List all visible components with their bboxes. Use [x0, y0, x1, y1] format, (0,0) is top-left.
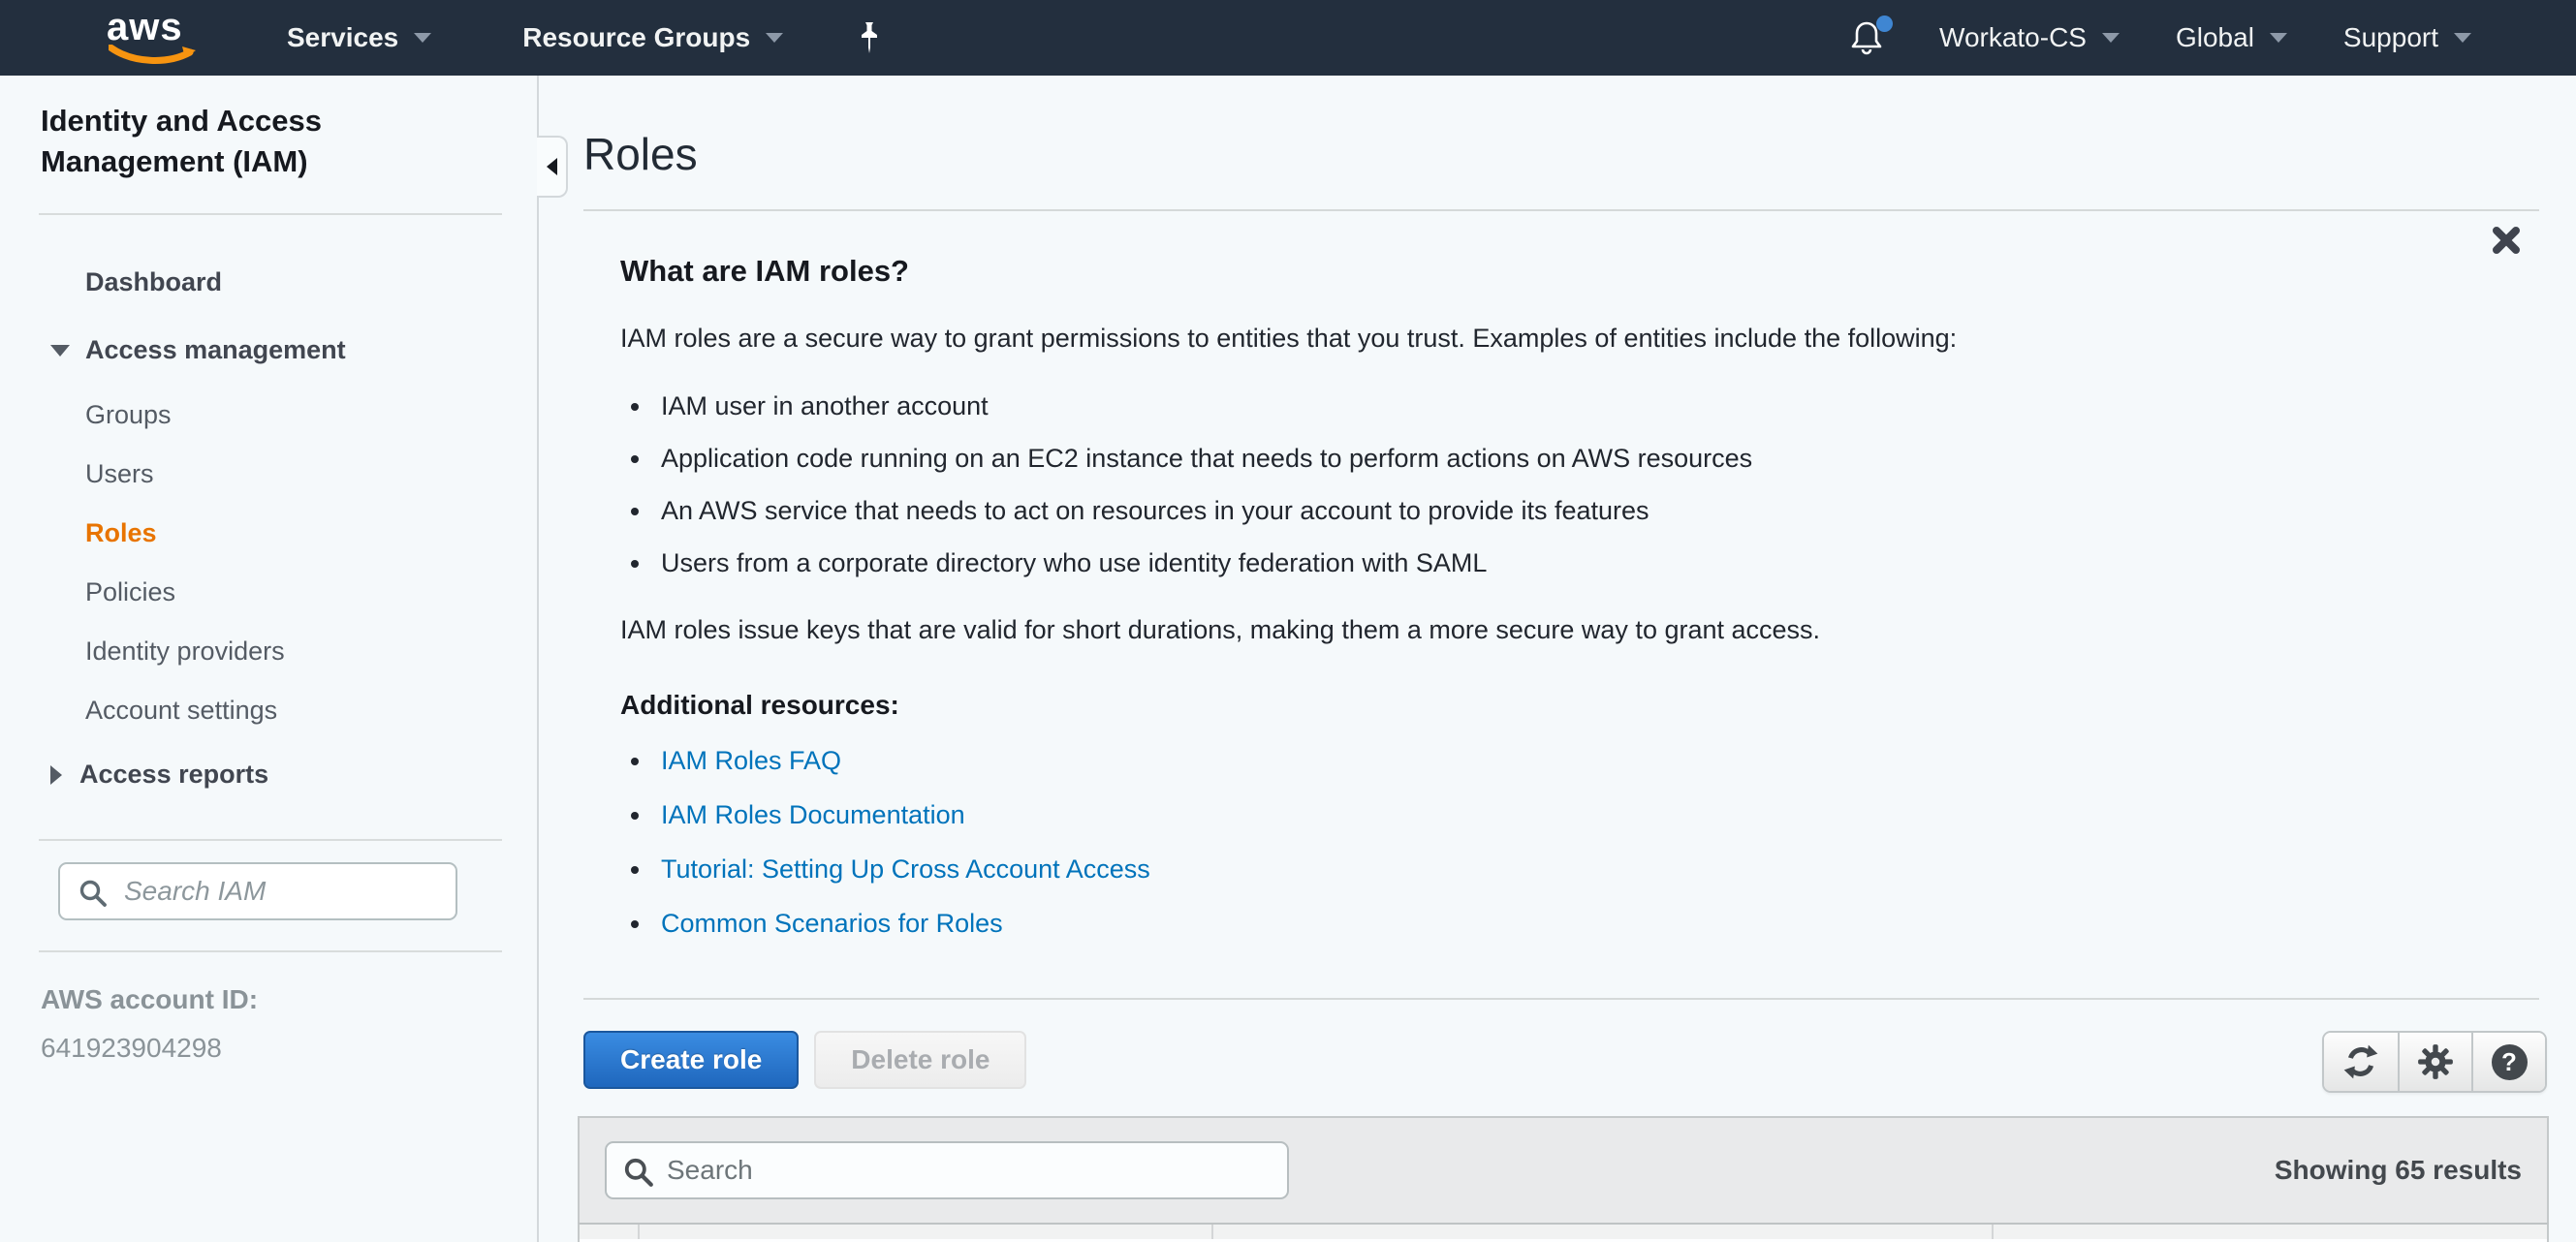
top-navigation-bar: aws Services Resource Groups Workato-CS	[0, 0, 2576, 76]
info-bullet: Application code running on an EC2 insta…	[653, 444, 2326, 474]
table-settings-button-group: ?	[2322, 1031, 2547, 1093]
chevron-down-icon	[2102, 33, 2120, 43]
delete-role-button[interactable]: Delete role	[814, 1031, 1026, 1089]
close-icon[interactable]	[2489, 223, 2524, 258]
notification-badge	[1876, 16, 1893, 32]
sidebar-search-box	[58, 862, 457, 920]
chevron-down-icon	[414, 33, 431, 43]
sidebar-item-policies[interactable]: Policies	[0, 563, 537, 622]
help-icon: ?	[2492, 1044, 2528, 1080]
gear-icon	[2417, 1043, 2454, 1080]
roles-search-box	[605, 1141, 1289, 1199]
page-title: Roles	[583, 128, 698, 180]
topnav-right-section: Workato-CS Global Support	[1850, 19, 2576, 56]
info-bullet: IAM user in another account	[653, 391, 2326, 421]
info-bullet: Users from a corporate directory who use…	[653, 548, 2326, 578]
search-icon	[78, 878, 109, 909]
search-icon	[622, 1156, 655, 1189]
results-count: Showing 65 results	[2275, 1155, 2522, 1186]
sidebar-title: Identity and Access Management (IAM)	[41, 101, 419, 182]
link-common-scenarios-for-roles[interactable]: Common Scenarios for Roles	[661, 909, 1003, 938]
nav-support-menu[interactable]: Support	[2343, 22, 2471, 53]
help-button[interactable]: ?	[2471, 1033, 2545, 1091]
table-header-cell[interactable]	[1994, 1225, 2547, 1239]
link-iam-roles-faq[interactable]: IAM Roles FAQ	[661, 746, 841, 775]
sidebar-divider	[39, 213, 502, 215]
nav-account-menu[interactable]: Workato-CS	[1939, 22, 2120, 53]
refresh-icon	[2342, 1043, 2379, 1080]
nav-support-label: Support	[2343, 22, 2438, 53]
roles-table-toolbar: Showing 65 results	[578, 1116, 2549, 1223]
resource-link-list: IAM Roles FAQ IAM Roles Documentation Tu…	[653, 746, 2326, 939]
search-iam-input[interactable]	[60, 864, 456, 918]
link-iam-roles-documentation[interactable]: IAM Roles Documentation	[661, 800, 965, 829]
info-bullet: An AWS service that needs to act on reso…	[653, 496, 2326, 526]
sidebar-section-access-reports[interactable]: Access reports	[50, 760, 268, 790]
nav-region-label: Global	[2176, 22, 2254, 53]
settings-button[interactable]	[2398, 1033, 2471, 1091]
info-bullet-list: IAM user in another account Application …	[653, 391, 2326, 578]
table-header-checkbox-column[interactable]	[580, 1225, 640, 1239]
nav-services-label: Services	[287, 22, 398, 53]
sidebar-item-account-settings[interactable]: Account settings	[0, 681, 537, 740]
iam-roles-info-panel: What are IAM roles? IAM roles are a secu…	[620, 254, 2326, 976]
roles-search-input[interactable]	[607, 1143, 1287, 1197]
info-panel-note: IAM roles issue keys that are valid for …	[620, 615, 2326, 645]
additional-resources-heading: Additional resources:	[620, 690, 2326, 721]
info-panel-heading: What are IAM roles?	[620, 254, 2326, 289]
chevron-down-icon	[50, 345, 70, 357]
sidebar-divider	[39, 950, 502, 952]
iam-sidebar: Identity and Access Management (IAM) Das…	[0, 76, 539, 1242]
nav-resource-groups-menu[interactable]: Resource Groups	[522, 22, 783, 53]
pin-shortcuts-button[interactable]	[857, 20, 882, 55]
main-content: Roles What are IAM roles? IAM roles are …	[539, 76, 2576, 1242]
refresh-button[interactable]	[2324, 1033, 2398, 1091]
chevron-right-icon	[50, 765, 62, 785]
table-header-cell[interactable]	[1213, 1225, 1994, 1239]
list-item: IAM Roles Documentation	[653, 800, 2326, 830]
pushpin-icon	[857, 20, 882, 55]
aws-logo-text: aws	[107, 10, 200, 45]
nav-services-menu[interactable]: Services	[287, 22, 431, 53]
nav-account-label: Workato-CS	[1939, 22, 2087, 53]
aws-logo[interactable]: aws	[107, 10, 200, 66]
chevron-left-icon	[547, 158, 557, 175]
nav-resource-groups-label: Resource Groups	[522, 22, 750, 53]
chevron-down-icon	[2270, 33, 2287, 43]
sidebar-collapse-toggle[interactable]	[537, 136, 568, 198]
chevron-down-icon	[766, 33, 783, 43]
notifications-button[interactable]	[1850, 19, 1883, 56]
sidebar-item-roles[interactable]: Roles	[0, 504, 537, 563]
sidebar-item-list: Groups Users Roles Policies Identity pro…	[0, 386, 537, 740]
create-role-button[interactable]: Create role	[583, 1031, 799, 1089]
sidebar-section-label: Access management	[85, 335, 346, 365]
sidebar-item-identity-providers[interactable]: Identity providers	[0, 622, 537, 681]
info-panel-intro: IAM roles are a secure way to grant perm…	[620, 322, 2326, 355]
sidebar-item-dashboard[interactable]: Dashboard	[85, 267, 222, 297]
link-tutorial-cross-account-access[interactable]: Tutorial: Setting Up Cross Account Acces…	[661, 854, 1150, 884]
roles-table-header	[578, 1223, 2549, 1239]
nav-region-menu[interactable]: Global	[2176, 22, 2287, 53]
section-divider	[583, 998, 2539, 1000]
title-divider	[583, 209, 2539, 211]
list-item: Common Scenarios for Roles	[653, 909, 2326, 939]
chevron-down-icon	[2454, 33, 2471, 43]
list-item: IAM Roles FAQ	[653, 746, 2326, 776]
table-header-cell[interactable]	[640, 1225, 1213, 1239]
aws-smile-icon	[109, 45, 198, 66]
sidebar-item-users[interactable]: Users	[0, 445, 537, 504]
sidebar-item-groups[interactable]: Groups	[0, 386, 537, 445]
sidebar-section-label: Access reports	[79, 760, 268, 790]
aws-account-id-label: AWS account ID:	[41, 984, 258, 1015]
sidebar-divider	[39, 839, 502, 841]
aws-account-id-value: 641923904298	[41, 1033, 222, 1064]
sidebar-section-access-management[interactable]: Access management	[50, 335, 346, 365]
actions-toolbar: Create role Delete role	[583, 1031, 1026, 1089]
list-item: Tutorial: Setting Up Cross Account Acces…	[653, 854, 2326, 885]
